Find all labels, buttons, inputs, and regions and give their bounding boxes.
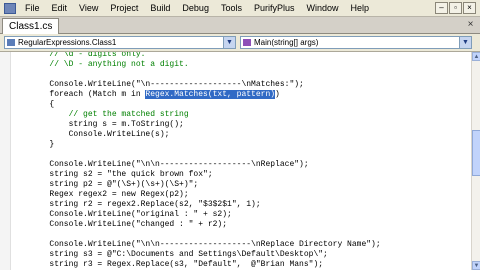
code-text: string s3 = @"C:\Documents and Settings\… — [11, 250, 328, 259]
code-text: } — [11, 140, 55, 149]
code-text: string r2 = regex2.Replace(s2, "$3$2$1",… — [11, 200, 261, 209]
code-line: { — [11, 100, 54, 110]
menu-project[interactable]: Project — [104, 0, 144, 16]
menu-purifyplus[interactable]: PurifyPlus — [248, 0, 301, 16]
chevron-down-icon[interactable]: ▼ — [459, 37, 471, 48]
code-text: // get the matched string — [11, 110, 189, 119]
code-text: string r3 = Regex.Replace(s3, "Default",… — [11, 260, 324, 269]
scroll-down-icon[interactable]: ▼ — [472, 261, 480, 270]
scroll-up-icon[interactable]: ▲ — [472, 52, 480, 61]
chevron-down-icon[interactable]: ▼ — [223, 37, 235, 48]
close-button[interactable]: × — [463, 2, 476, 14]
type-dropdown-value: RegularExpressions.Class1 — [18, 38, 117, 47]
code-line: Console.WriteLine("changed : " + r2); — [11, 220, 227, 230]
code-text: Regex regex2 = new Regex(p2); — [11, 190, 189, 199]
menu-window[interactable]: Window — [300, 0, 344, 16]
code-line: string s2 = "the quick brown fox"; — [11, 170, 213, 180]
navigation-bar: RegularExpressions.Class1 ▼ Main(string[… — [0, 34, 480, 52]
menu-help[interactable]: Help — [345, 0, 376, 16]
code-comment-line: // \D - anything not a digit. — [11, 60, 189, 70]
code-line: Console.WriteLine("\n-------------------… — [11, 80, 304, 90]
document-window-buttons: – ▫ × — [435, 2, 476, 14]
editor-margin — [0, 52, 11, 270]
code-editor[interactable]: // \d - digits only. // \D - anything no… — [11, 52, 471, 270]
app-icon[interactable] — [4, 2, 16, 14]
close-tab-icon[interactable]: × — [465, 19, 476, 30]
menu-tools[interactable]: Tools — [215, 0, 248, 16]
code-text: string s2 = "the quick brown fox"; — [11, 170, 213, 179]
code-text: Console.WriteLine("changed : " + r2); — [11, 220, 228, 229]
code-text: Console.WriteLine("\n\n-----------------… — [11, 240, 381, 249]
menu-view[interactable]: View — [73, 0, 104, 16]
code-line: Console.WriteLine("\n\n-----------------… — [11, 160, 309, 170]
menu-edit[interactable]: Edit — [46, 0, 74, 16]
code-comment-line: // \d - digits only. — [11, 52, 145, 60]
method-icon — [243, 39, 251, 47]
code-text: foreach (Match m in — [11, 90, 146, 99]
code-line: string p2 = @"(\S+)(\s+)(\S+)"; — [11, 180, 198, 190]
code-text: ) — [275, 90, 280, 99]
selected-text[interactable]: Regex.Matches(txt, pattern) — [145, 90, 276, 99]
code-text: // \d - digits only. — [11, 52, 146, 59]
code-line: Console.WriteLine("\n\n-----------------… — [11, 240, 381, 250]
code-line: foreach (Match m in Regex.Matches(txt, p… — [11, 90, 280, 100]
class-icon — [7, 39, 15, 47]
code-line: string r2 = regex2.Replace(s2, "$3$2$1",… — [11, 200, 261, 210]
type-dropdown[interactable]: RegularExpressions.Class1 ▼ — [4, 36, 236, 49]
code-text: // \D - anything not a digit. — [11, 60, 189, 69]
code-comment-line: // get the matched string — [11, 110, 189, 120]
code-line: string s = m.ToString(); — [11, 120, 184, 130]
member-dropdown[interactable]: Main(string[] args) ▼ — [240, 36, 472, 49]
code-line: string r3 = Regex.Replace(s3, "Default",… — [11, 260, 323, 270]
code-text: { — [11, 100, 55, 109]
minimize-button[interactable]: – — [435, 2, 448, 14]
code-line: Console.WriteLine("original : " + s2); — [11, 210, 232, 220]
menu-debug[interactable]: Debug — [176, 0, 215, 16]
code-line: Regex regex2 = new Regex(p2); — [11, 190, 189, 200]
code-text: Console.WriteLine("\n\n-----------------… — [11, 160, 309, 169]
menu-build[interactable]: Build — [144, 0, 176, 16]
code-text: Console.WriteLine("\n-------------------… — [11, 80, 304, 89]
code-line: string s3 = @"C:\Documents and Settings\… — [11, 250, 328, 260]
code-text: string p2 = @"(\S+)(\s+)(\S+)"; — [11, 180, 199, 189]
vertical-scrollbar[interactable]: ▲ ▼ — [471, 52, 480, 270]
code-text: Console.WriteLine("original : " + s2); — [11, 210, 232, 219]
scroll-thumb[interactable] — [472, 130, 480, 176]
member-dropdown-value: Main(string[] args) — [254, 38, 319, 47]
tab-class1-cs[interactable]: Class1.cs — [2, 18, 60, 34]
restore-button[interactable]: ▫ — [449, 2, 462, 14]
code-line: Console.WriteLine(s); — [11, 130, 170, 140]
code-text: string s = m.ToString(); — [11, 120, 184, 129]
menu-file[interactable]: File — [19, 0, 46, 16]
document-tab-strip: Class1.cs × — [0, 17, 480, 34]
code-text: Console.WriteLine(s); — [11, 130, 170, 139]
menu-bar: File Edit View Project Build Debug Tools… — [0, 0, 480, 17]
code-line: } — [11, 140, 54, 150]
